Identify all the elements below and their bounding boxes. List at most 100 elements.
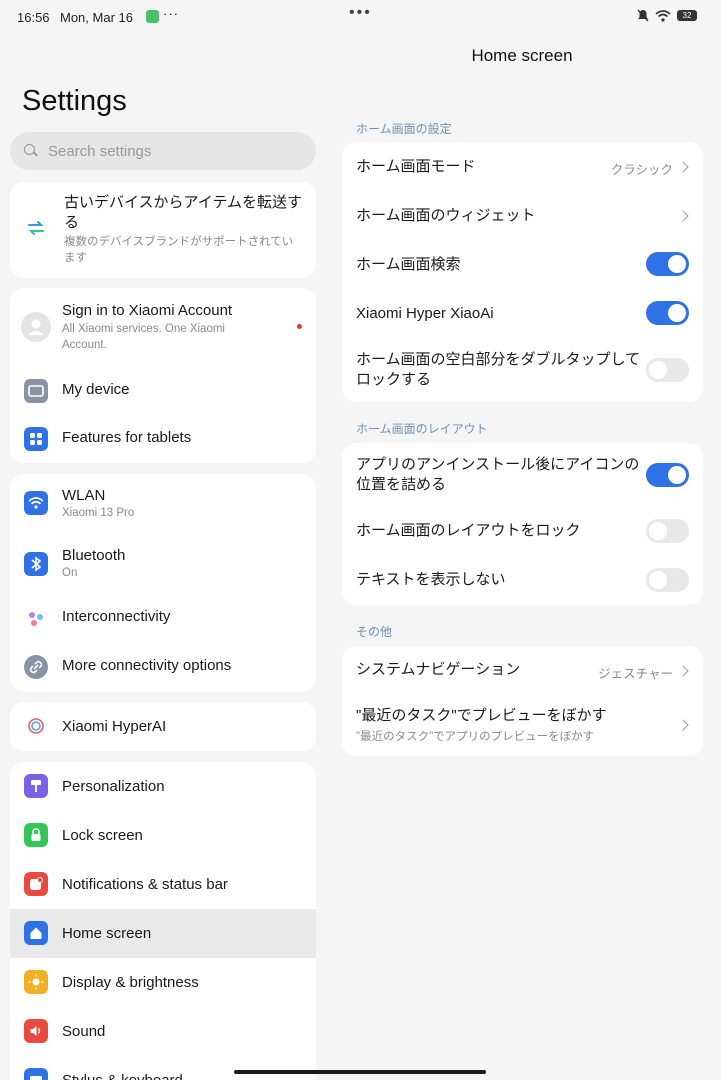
search-input[interactable] <box>48 142 288 160</box>
display-label: Display & brightness <box>62 974 199 991</box>
speaker-icon <box>24 1019 48 1043</box>
personalization-card: Personalization Lock screen Notification… <box>10 762 316 1080</box>
sound-label: Sound <box>62 1023 106 1040</box>
home-icon <box>24 921 48 945</box>
row-home-mode[interactable]: ホーム画面モード クラシック <box>342 142 703 191</box>
home-settings-card: ホーム画面モード クラシック ホーム画面のウィジェット ホーム画面検索 Xiao… <box>342 142 703 402</box>
sidebar-item-my-device[interactable]: My device <box>10 366 316 415</box>
sidebar-item-account[interactable]: Sign in to Xiaomi Account All Xiaomi ser… <box>10 288 316 366</box>
system-nav-label: システムナビゲーション <box>356 661 521 678</box>
layout-card: アプリのアンインストール後にアイコンの位置を詰める ホーム画面のレイアウトをロッ… <box>342 443 703 605</box>
transfer-title: 古いデバイスからアイテムを転送する <box>64 194 303 231</box>
notification-dot <box>297 324 302 329</box>
home-search-toggle[interactable] <box>646 252 689 276</box>
transfer-card[interactable]: 古いデバイスからアイテムを転送する 複数のデバイスブランドがサポートされています <box>10 182 316 278</box>
section-header-home-settings: ホーム画面の設定 <box>356 122 452 136</box>
row-widgets[interactable]: ホーム画面のウィジェット <box>342 191 703 240</box>
chevron-right-icon <box>677 665 689 677</box>
mute-icon <box>637 9 649 22</box>
hyperai-icon <box>24 714 48 738</box>
status-icons: 32 <box>637 9 697 22</box>
interconnectivity-icon <box>24 606 48 630</box>
account-label: Sign in to Xiaomi Account <box>62 302 233 319</box>
home-mode-value: クラシック <box>610 163 673 177</box>
xiaoai-label: Xiaomi Hyper XiaoAi <box>356 305 494 322</box>
sidebar-item-notifications[interactable]: Notifications & status bar <box>10 860 316 909</box>
lock-layout-toggle[interactable] <box>646 519 689 543</box>
more-connectivity-label: More connectivity options <box>62 657 232 674</box>
sidebar-item-bluetooth[interactable]: Bluetooth On <box>10 534 316 594</box>
sun-icon <box>24 970 48 994</box>
bluetooth-subtitle: On <box>62 567 78 579</box>
hide-text-toggle[interactable] <box>646 568 689 592</box>
avatar <box>21 312 51 342</box>
sidebar-item-wlan[interactable]: WLAN Xiaomi 13 Pro <box>10 474 316 534</box>
transfer-icon <box>26 218 46 243</box>
sidebar-item-more-connectivity[interactable]: More connectivity options <box>10 643 316 692</box>
xiaoai-toggle[interactable] <box>646 301 689 325</box>
home-mode-label: ホーム画面モード <box>356 158 476 175</box>
wlan-subtitle: Xiaomi 13 Pro <box>62 507 135 519</box>
bluetooth-label: Bluetooth <box>62 547 126 564</box>
home-screen-label: Home screen <box>62 925 152 942</box>
fill-icons-toggle[interactable] <box>646 463 689 487</box>
sidebar-item-lock-screen[interactable]: Lock screen <box>10 811 316 860</box>
chevron-right-icon <box>677 719 689 731</box>
lock-layout-label: ホーム画面のレイアウトをロック <box>356 522 581 539</box>
sidebar-item-stylus[interactable]: Stylus & keyboard <box>10 1056 316 1080</box>
row-double-tap-lock: ホーム画面の空白部分をダブルタップしてロックする <box>342 338 703 402</box>
battery-icon: 32 <box>677 10 697 21</box>
connectivity-card: WLAN Xiaomi 13 Pro Bluetooth On Intercon… <box>10 474 316 692</box>
window-handle-icon[interactable]: ••• <box>349 4 372 22</box>
grid-icon <box>24 427 48 451</box>
home-indicator[interactable] <box>234 1070 486 1074</box>
double-tap-toggle[interactable] <box>646 358 689 382</box>
row-fill-icons: アプリのアンインストール後にアイコンの位置を詰める <box>342 443 703 507</box>
sidebar-item-display[interactable]: Display & brightness <box>10 958 316 1007</box>
tablet-icon <box>24 379 48 403</box>
wifi-icon <box>655 9 671 22</box>
search-icon <box>24 144 38 158</box>
fill-icons-label: アプリのアンインストール後にアイコンの位置を詰める <box>356 456 640 493</box>
detail-title: Home screen <box>471 46 573 65</box>
lock-icon <box>24 823 48 847</box>
other-card: システムナビゲーション ジェスチャー "最近のタスク"でプレビューをぼかす "最… <box>342 646 703 756</box>
account-card: Sign in to Xiaomi Account All Xiaomi ser… <box>10 288 316 463</box>
sidebar-item-hyperai[interactable]: Xiaomi HyperAI <box>10 702 316 751</box>
hyperai-card: Xiaomi HyperAI <box>10 702 316 751</box>
sidebar-item-home-screen[interactable]: Home screen <box>10 909 316 958</box>
transfer-subtitle: 複数のデバイスブランドがサポートされています <box>64 236 294 264</box>
row-home-search: ホーム画面検索 <box>342 240 703 289</box>
row-lock-layout: ホーム画面のレイアウトをロック <box>342 507 703 556</box>
chevron-right-icon <box>677 210 689 222</box>
settings-sidebar: Settings 古いデバイスからアイテムを転送する 複数のデバイスブランドがサ… <box>10 0 316 1080</box>
account-subtitle: All Xiaomi services. One Xiaomi Account. <box>62 323 225 351</box>
double-tap-label: ホーム画面の空白部分をダブルタップしてロックする <box>356 351 641 388</box>
lock-screen-label: Lock screen <box>62 827 143 844</box>
sidebar-item-interconnectivity[interactable]: Interconnectivity <box>10 594 316 643</box>
hyperai-label: Xiaomi HyperAI <box>62 718 167 735</box>
blur-subtitle: "最近のタスク"でアプリのプレビューをぼかす <box>356 731 595 743</box>
section-header-other: その他 <box>356 625 393 639</box>
my-device-label: My device <box>62 381 130 398</box>
row-hide-text: テキストを表示しない <box>342 556 703 605</box>
wifi-icon <box>24 491 48 515</box>
row-blur-preview[interactable]: "最近のタスク"でプレビューをぼかす "最近のタスク"でアプリのプレビューをぼか… <box>342 695 703 756</box>
hide-text-label: テキストを表示しない <box>356 571 506 588</box>
chevron-right-icon <box>677 161 689 173</box>
brush-icon <box>24 774 48 798</box>
sidebar-item-sound[interactable]: Sound <box>10 1007 316 1056</box>
system-nav-value: ジェスチャー <box>598 667 673 681</box>
search-bar[interactable] <box>10 132 316 170</box>
row-system-navigation[interactable]: システムナビゲーション ジェスチャー <box>342 646 703 695</box>
link-icon <box>24 655 48 679</box>
home-search-label: ホーム画面検索 <box>356 256 461 273</box>
notification-icon <box>24 872 48 896</box>
bluetooth-icon <box>24 552 48 576</box>
notifications-label: Notifications & status bar <box>62 876 228 893</box>
interconnectivity-label: Interconnectivity <box>62 608 171 625</box>
features-tablets-label: Features for tablets <box>62 429 192 446</box>
sidebar-item-personalization[interactable]: Personalization <box>10 762 316 811</box>
sidebar-item-features-tablets[interactable]: Features for tablets <box>10 415 316 463</box>
row-xiaoai: Xiaomi Hyper XiaoAi <box>342 289 703 338</box>
